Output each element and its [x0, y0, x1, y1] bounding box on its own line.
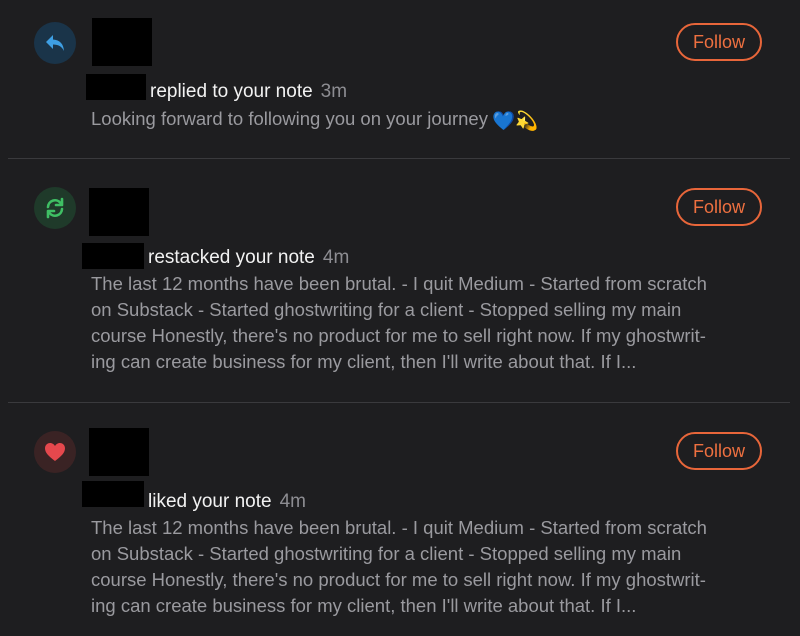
redacted-username[interactable]: [82, 481, 144, 507]
timestamp: 4m: [279, 491, 306, 512]
note-line: on Substack - Started ghostwriting for a…: [91, 299, 682, 320]
notification-like[interactable]: Follow liked your note 4m The last 12 mon…: [0, 403, 800, 636]
note-line: course Honestly, there's no product for …: [91, 569, 706, 590]
avatar[interactable]: [89, 188, 149, 236]
note-line: course Honestly, there's no product for …: [91, 325, 706, 346]
note-line: on Substack - Started ghostwriting for a…: [91, 543, 682, 564]
reply-icon: [34, 22, 76, 64]
notification-restack[interactable]: Follow restacked your note 4m The last 12…: [0, 159, 800, 402]
notifications-feed: Follow replied to your note 3m Looking fo…: [0, 0, 800, 636]
note-line: The last 12 months have been brutal. - I…: [91, 517, 707, 538]
follow-button[interactable]: Follow: [676, 432, 762, 470]
follow-button[interactable]: Follow: [676, 188, 762, 226]
follow-button[interactable]: Follow: [676, 23, 762, 61]
notification-headline: replied to your note 3m: [150, 80, 347, 104]
redacted-username[interactable]: [82, 243, 144, 269]
note-body[interactable]: The last 12 months have been brutal. - I…: [91, 271, 761, 375]
notification-headline: liked your note 4m: [148, 490, 306, 514]
note-line: The last 12 months have been brutal. - I…: [91, 273, 707, 294]
timestamp: 4m: [322, 247, 350, 268]
note-body[interactable]: The last 12 months have been brutal. - I…: [91, 515, 761, 619]
action-text: liked your note: [148, 491, 272, 512]
timestamp: 3m: [320, 81, 348, 102]
note-line: ing can create business for my client, t…: [91, 595, 637, 616]
note-line: ing can create business for my client, t…: [91, 351, 637, 372]
heart-icon: [34, 431, 76, 473]
avatar[interactable]: [89, 428, 149, 476]
note-body[interactable]: Looking forward to following you on your…: [91, 106, 761, 134]
notification-reply[interactable]: Follow replied to your note 3m Looking fo…: [0, 0, 800, 158]
action-text: replied to your note: [150, 81, 313, 102]
emoji-heart-dizzy: 💙💫: [491, 110, 539, 131]
action-text: restacked your note: [148, 247, 315, 268]
note-text: Looking forward to following you on your…: [91, 108, 488, 129]
restack-icon: [34, 187, 76, 229]
redacted-username[interactable]: [86, 74, 146, 100]
avatar[interactable]: [92, 18, 152, 66]
notification-headline: restacked your note 4m: [148, 246, 349, 270]
